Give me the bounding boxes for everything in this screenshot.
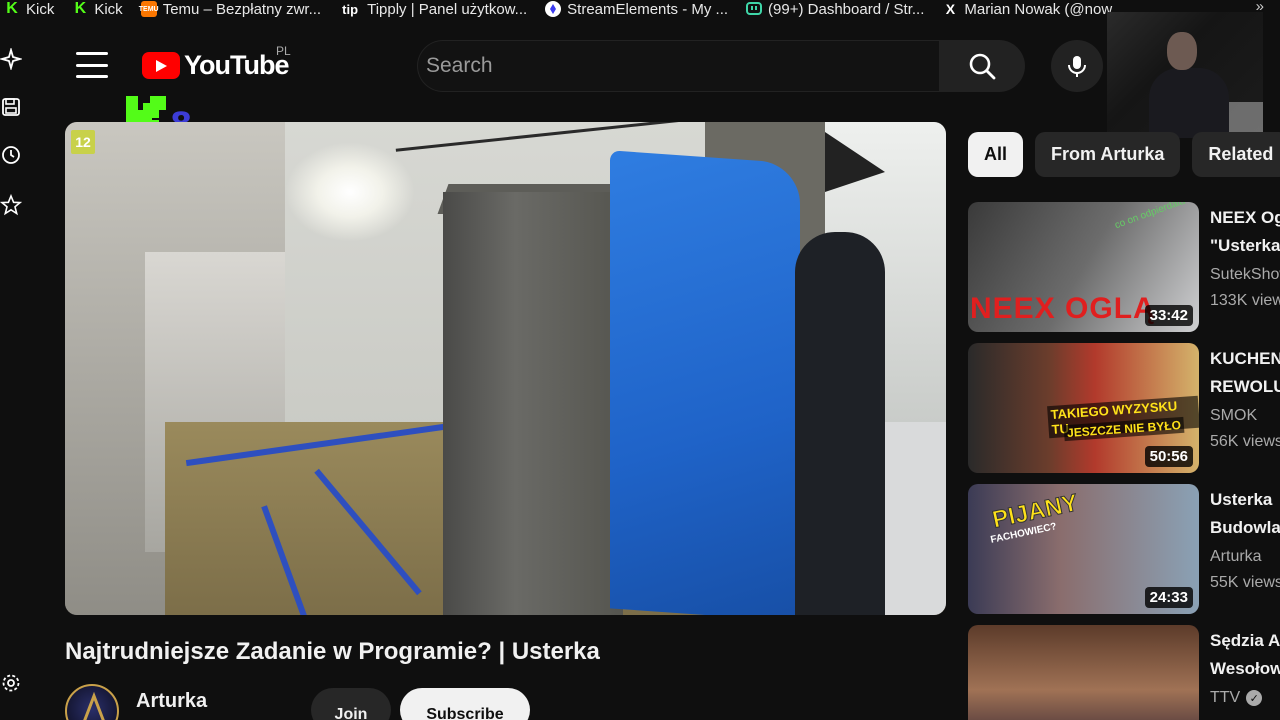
bookmark-twitch[interactable]: (99+) Dashboard / Str... <box>746 1 924 18</box>
recommended-video[interactable]: TAKIEGO WYZYSKU TU JESZCZE NIE BYŁO 50:5… <box>968 343 1280 473</box>
recommended-video[interactable]: co on odpierdala NEEX OGLĄ 33:42 NEEX Og… <box>968 202 1280 332</box>
video-thumbnail[interactable]: TAKIEGO WYZYSKU TU JESZCZE NIE BYŁO 50:5… <box>968 343 1199 473</box>
video-channel: TTV ✓ <box>1210 689 1280 707</box>
tipply-icon: tip <box>342 1 359 17</box>
settings-gear-icon[interactable] <box>0 672 22 694</box>
video-title-line: "Usterka <box>1210 236 1280 255</box>
bookmark-label: Marian Nowak (@now <box>964 0 1113 18</box>
browser-side-rail <box>0 18 42 720</box>
history-icon[interactable] <box>0 144 22 166</box>
age-rating-badge: 12 <box>71 130 95 154</box>
youtube-wordmark: YouTube <box>184 50 289 80</box>
bookmark-label: StreamElements - My ... <box>567 0 729 18</box>
join-button[interactable]: Join <box>311 688 391 720</box>
save-icon[interactable] <box>0 96 22 118</box>
video-channel: Arturka <box>1210 548 1262 565</box>
subscribe-button[interactable]: Subscribe <box>400 688 530 720</box>
streamelements-icon <box>545 1 562 17</box>
bookmark-label: Kick <box>94 0 123 18</box>
channel-avatar[interactable] <box>65 684 119 720</box>
bookmark-streamelements[interactable]: StreamElements - My ... <box>545 1 728 18</box>
video-views: 56K views <box>1210 433 1280 450</box>
bookmark-label: Temu – Bezpłatny zwr... <box>162 0 322 18</box>
bookmark-label: (99+) Dashboard / Str... <box>768 0 925 18</box>
video-views: 55K views <box>1210 574 1280 591</box>
bookmarks-bar: K Kick K Kick TEMU Temu – Bezpłatny zwr.… <box>0 0 1280 18</box>
thumbnail-text: NEEX OGLĄ <box>970 292 1156 325</box>
kick-icon: K <box>74 0 87 17</box>
youtube-play-icon <box>142 52 180 79</box>
kick-icon: K <box>6 0 18 17</box>
verified-check-icon: ✓ <box>1246 690 1263 706</box>
video-channel: SMOK <box>1210 407 1258 424</box>
video-title: Najtrudniejsze Zadanie w Programie? | Us… <box>65 638 600 665</box>
voice-search-button[interactable] <box>1051 40 1103 92</box>
search-input[interactable] <box>426 54 939 78</box>
bookmark-x[interactable]: X Marian Nowak (@now <box>942 1 1112 18</box>
video-thumbnail[interactable] <box>968 625 1199 720</box>
video-title-line: REWOLU <box>1210 377 1280 396</box>
video-player[interactable]: 12 <box>65 122 946 615</box>
sparkle-icon[interactable] <box>0 46 24 72</box>
bookmark-kick-1[interactable]: K Kick <box>4 0 55 18</box>
youtube-logo[interactable]: YouTube <box>142 50 289 81</box>
search-button[interactable] <box>939 40 1025 92</box>
video-title-line: Wesołow <box>1210 659 1280 678</box>
video-title-line: Usterka <box>1210 490 1273 509</box>
recommended-video[interactable]: PIJANY FACHOWIEC? 24:33 Usterka Budowla … <box>968 484 1280 614</box>
twitch-icon <box>746 1 763 17</box>
star-icon[interactable] <box>0 193 23 216</box>
chip-related[interactable]: Related <box>1192 132 1280 177</box>
video-thumbnail[interactable]: co on odpierdala NEEX OGLĄ 33:42 <box>968 202 1199 332</box>
chip-from-channel[interactable]: From Arturka <box>1035 132 1181 177</box>
video-channel: SutekShow <box>1210 266 1280 283</box>
video-duration: 24:33 <box>1144 587 1193 608</box>
video-title-line: Sędzia A <box>1210 631 1280 650</box>
recommended-video[interactable]: Sędzia A Wesołow TTV ✓ <box>968 625 1280 720</box>
video-views: 133K views <box>1210 292 1280 309</box>
youtube-header: YouTube PL <box>42 18 1280 116</box>
video-title-line: Budowla <box>1210 518 1280 537</box>
channel-row: Arturka Join Subscribe <box>65 684 545 720</box>
video-thumbnail[interactable]: PIJANY FACHOWIEC? 24:33 <box>968 484 1199 614</box>
channel-name[interactable]: Arturka <box>136 690 207 713</box>
temu-icon: TEMU <box>139 1 159 17</box>
region-code: PL <box>276 44 291 58</box>
bookmark-label: Kick <box>26 0 55 18</box>
bookmark-label: Tipply | Panel użytkow... <box>367 0 528 18</box>
search-icon <box>969 53 996 80</box>
video-title-line: NEEX Og <box>1210 208 1280 227</box>
hamburger-menu-button[interactable] <box>76 52 108 78</box>
bookmark-temu[interactable]: TEMU Temu – Bezpłatny zwr... <box>139 0 322 18</box>
x-icon: X <box>945 1 956 17</box>
filter-chips: All From Arturka Related <box>968 132 1280 177</box>
thumbnail-text: co on odpierdala <box>1113 202 1187 232</box>
search-box[interactable] <box>417 40 939 92</box>
video-duration: 33:42 <box>1144 305 1193 326</box>
chip-all[interactable]: All <box>968 132 1024 177</box>
video-title-line: KUCHEN <box>1210 349 1280 368</box>
video-duration: 50:56 <box>1144 446 1193 467</box>
bookmark-kick-2[interactable]: K Kick <box>72 0 123 18</box>
bookmark-tipply[interactable]: tip Tipply | Panel użytkow... <box>339 1 527 18</box>
microphone-icon <box>1068 56 1086 77</box>
webcam-overlay <box>1107 12 1263 138</box>
